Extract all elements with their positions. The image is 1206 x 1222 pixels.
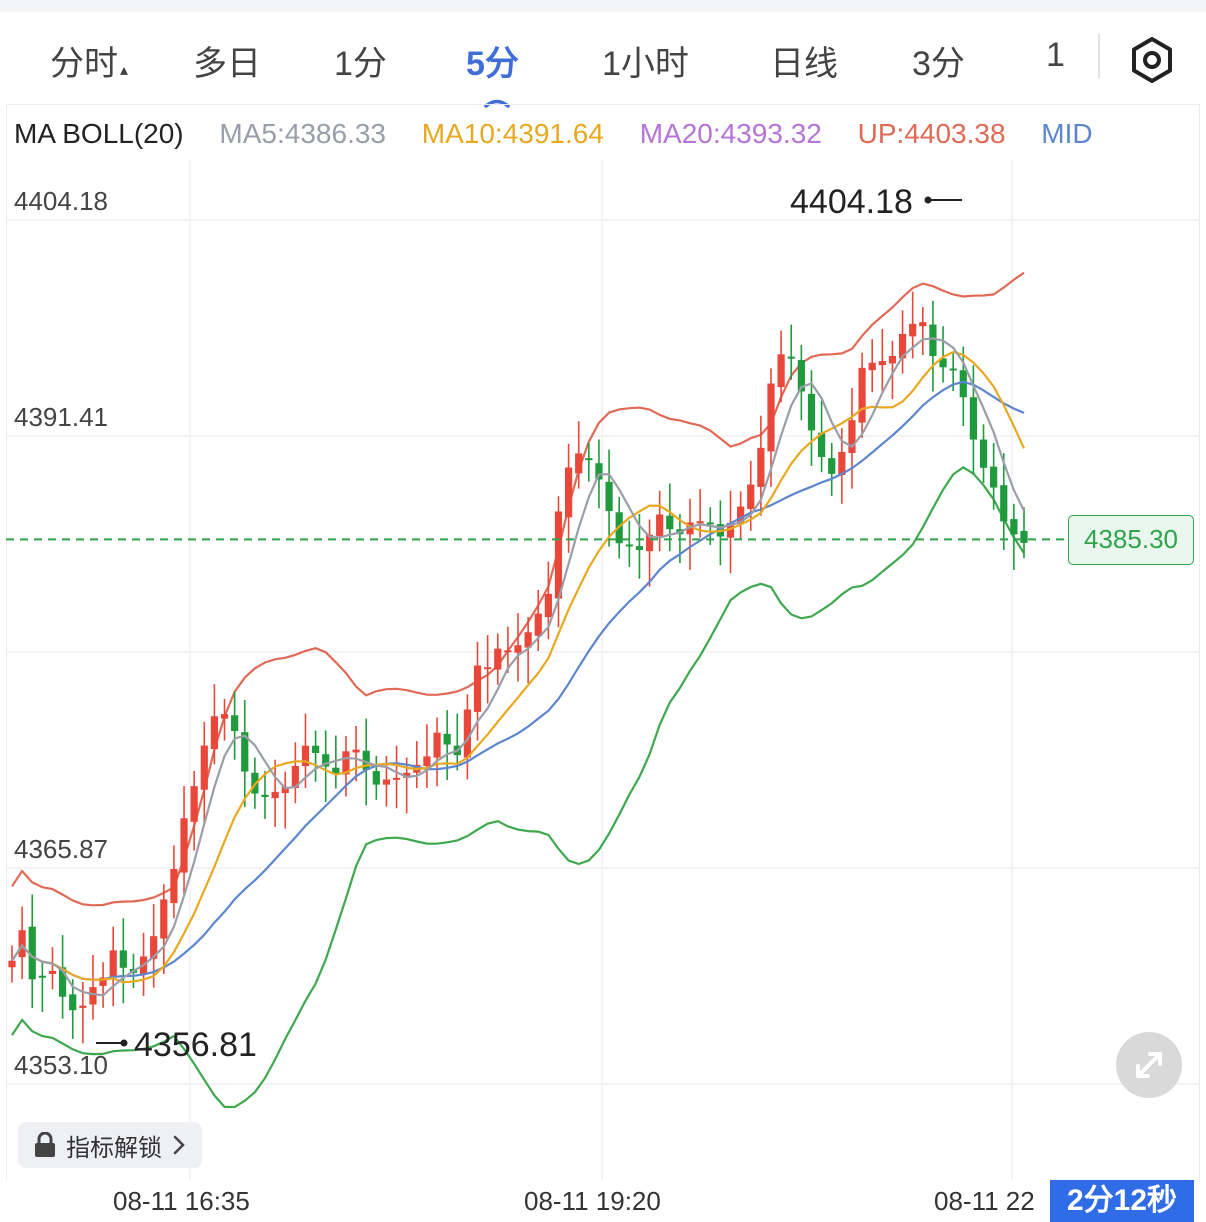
candle-body: [666, 515, 674, 530]
candle-body: [1020, 530, 1028, 543]
candle-body: [473, 665, 482, 712]
y-tick-label: 4404.18: [14, 186, 108, 216]
candle-body: [210, 716, 218, 750]
candle-body: [868, 362, 876, 371]
candle-body: [544, 593, 552, 618]
candle-body: [433, 732, 441, 758]
candle-body: [69, 994, 77, 1011]
candle-body: [757, 447, 765, 487]
candle-body: [423, 756, 431, 767]
candle-body: [200, 745, 208, 790]
unlock-label: 指标解锁: [66, 1134, 162, 1162]
candle-body: [969, 397, 977, 440]
candle-body: [514, 645, 522, 653]
expand-arrows-icon: [1136, 1052, 1162, 1078]
candle-body: [858, 367, 866, 423]
candle-body: [625, 544, 633, 547]
candle-body: [706, 522, 714, 525]
candle-body: [261, 794, 269, 797]
candle-body: [585, 458, 593, 461]
candle-body: [828, 458, 836, 474]
candle-body: [848, 420, 856, 454]
candle-body: [656, 514, 664, 536]
candle-body: [119, 950, 127, 968]
candle-body: [79, 1005, 87, 1008]
candlestick-chart[interactable]: 4404.18 4391.41 4365.87 4353.10 4404.18 …: [0, 0, 1206, 1222]
candle-body: [504, 650, 512, 653]
candle-body: [220, 714, 229, 719]
candle-body: [231, 715, 239, 731]
candle-body: [909, 323, 917, 337]
lower-band-line: [11, 465, 1025, 1109]
chevron-right-icon: [173, 1135, 185, 1155]
candle-body: [919, 322, 927, 327]
candle-body: [929, 324, 937, 356]
y-tick-label: 4391.41: [14, 402, 108, 432]
candle-body: [484, 667, 492, 670]
candle-body: [271, 791, 279, 799]
candle-body: [372, 771, 380, 785]
candles: [8, 291, 1028, 1044]
unlock-indicators-button[interactable]: 指标解锁: [18, 1122, 202, 1168]
candle-body: [352, 749, 360, 753]
bollinger-bands: [11, 271, 1025, 1109]
candle-countdown: 2分12秒: [1050, 1180, 1194, 1222]
candle-body: [888, 355, 897, 364]
low-marker-label: 4356.81: [134, 1026, 257, 1064]
lock-icon: [35, 1132, 55, 1157]
candle-body: [990, 466, 998, 488]
candle-body: [534, 613, 542, 636]
candle-body: [554, 511, 563, 599]
x-tick-label: 08-11 16:35: [113, 1186, 250, 1216]
candle-body: [747, 484, 755, 509]
expand-button[interactable]: [1116, 1032, 1182, 1098]
candle-body: [696, 521, 704, 524]
candle-body: [878, 361, 886, 366]
candle-body: [767, 383, 775, 452]
candle-body: [979, 439, 988, 468]
candle-body: [949, 368, 957, 371]
candle-body: [605, 481, 613, 512]
y-tick-label: 4365.87: [14, 834, 108, 864]
candle-body: [392, 777, 401, 780]
high-marker-label: 4404.18: [790, 183, 913, 221]
candle-body: [443, 733, 451, 745]
x-tick-label: 08-11 22: [934, 1186, 1035, 1216]
candle-body: [18, 930, 26, 958]
low-marker-dot: [120, 1039, 128, 1047]
axis-labels: 4404.18 4391.41 4365.87 4353.10 4404.18 …: [14, 183, 913, 1080]
candle-body: [160, 899, 168, 939]
x-tick-label: 08-11 19:20: [524, 1186, 661, 1216]
candle-body: [807, 393, 816, 431]
candle-body: [89, 987, 97, 1005]
candle-body: [1010, 519, 1018, 535]
candle-body: [109, 950, 117, 978]
y-tick-label: 4353.10: [14, 1050, 108, 1080]
candle-body: [312, 745, 320, 753]
current-price-tag: 4385.30: [1068, 515, 1194, 565]
candle-body: [48, 970, 57, 975]
candle-body: [190, 786, 198, 822]
candle-body: [382, 779, 391, 785]
candle-body: [1000, 485, 1008, 522]
candle-body: [787, 356, 795, 359]
candle-body: [180, 818, 188, 873]
high-marker-dot: [924, 196, 932, 204]
candle-body: [635, 546, 644, 551]
candle-body: [565, 467, 573, 518]
candle-body: [38, 975, 46, 978]
candle-body: [494, 648, 502, 670]
candle-body: [777, 354, 785, 388]
candle-body: [8, 960, 16, 968]
candle-body: [575, 453, 583, 474]
candle-body: [170, 869, 178, 904]
